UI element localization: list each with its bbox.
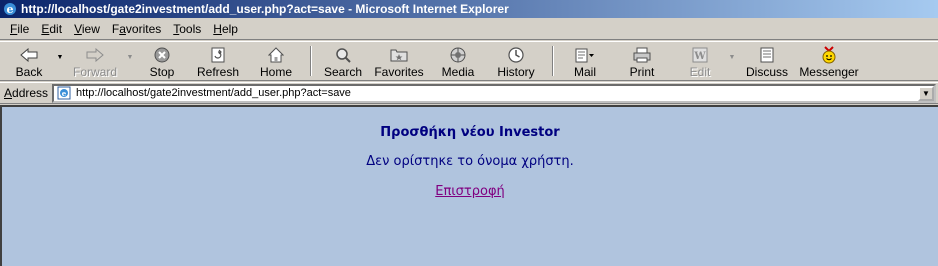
page-icon: e (56, 86, 72, 100)
return-link[interactable]: Επιστροφή (435, 184, 505, 199)
menu-favorites[interactable]: Favorites (106, 20, 167, 38)
edit-dropdown[interactable]: ▼ (726, 42, 738, 80)
toolbar-separator (552, 46, 554, 76)
menu-help[interactable]: Help (207, 20, 244, 38)
address-label: Address (4, 86, 49, 100)
address-bar: Address e ▼ (0, 82, 938, 104)
mail-icon (575, 46, 595, 64)
toolbar-separator (310, 46, 312, 76)
messenger-icon (819, 46, 839, 64)
word-edit-icon: W (690, 46, 710, 64)
edit-button[interactable]: W Edit (674, 42, 726, 80)
back-button[interactable]: Back (4, 42, 54, 80)
title-bar: e http://localhost/gate2investment/add_u… (0, 0, 938, 18)
printer-icon (632, 46, 652, 64)
back-arrow-icon (19, 46, 39, 64)
window-title: http://localhost/gate2investment/add_use… (21, 2, 509, 16)
menu-view[interactable]: View (68, 20, 106, 38)
history-button[interactable]: History (486, 42, 546, 80)
standard-toolbar: Back ▼ Forward ▼ Stop Refresh Home Searc… (0, 41, 938, 81)
home-button[interactable]: Home (248, 42, 304, 80)
discuss-icon (757, 46, 777, 64)
history-icon (506, 46, 526, 64)
back-dropdown[interactable]: ▼ (54, 42, 66, 80)
forward-button[interactable]: Forward (66, 42, 124, 80)
menu-edit[interactable]: Edit (35, 20, 68, 38)
refresh-button[interactable]: Refresh (188, 42, 248, 80)
stop-icon (152, 46, 172, 64)
url-input[interactable] (76, 87, 918, 99)
home-icon (266, 46, 286, 64)
menu-file[interactable]: File (4, 20, 35, 38)
page-heading: Προσθήκη νέου Investor (380, 125, 560, 140)
address-dropdown-icon[interactable]: ▼ (918, 85, 934, 101)
svg-text:e: e (62, 89, 67, 98)
discuss-button[interactable]: Discuss (738, 42, 796, 80)
menu-bar: File Edit View Favorites Tools Help (0, 18, 938, 40)
menu-tools[interactable]: Tools (167, 20, 207, 38)
forward-dropdown[interactable]: ▼ (124, 42, 136, 80)
page-content: Προσθήκη νέου Investor Δεν ορίστηκε το ό… (0, 105, 938, 266)
print-button[interactable]: Print (610, 42, 674, 80)
forward-arrow-icon (85, 46, 105, 64)
media-button[interactable]: Media (430, 42, 486, 80)
refresh-icon (208, 46, 228, 64)
svg-text:W: W (693, 51, 706, 62)
error-message: Δεν ορίστηκε το όνομα χρήστη. (366, 154, 574, 169)
stop-button[interactable]: Stop (136, 42, 188, 80)
search-button[interactable]: Search (318, 42, 368, 80)
mail-button[interactable]: Mail (560, 42, 610, 80)
favorites-folder-icon (389, 46, 409, 64)
address-field[interactable]: e ▼ (52, 83, 936, 103)
media-icon (448, 46, 468, 64)
messenger-button[interactable]: Messenger (796, 42, 862, 80)
search-icon (333, 46, 353, 64)
ie-logo-icon: e (2, 1, 18, 17)
favorites-button[interactable]: Favorites (368, 42, 430, 80)
svg-text:e: e (7, 3, 14, 16)
